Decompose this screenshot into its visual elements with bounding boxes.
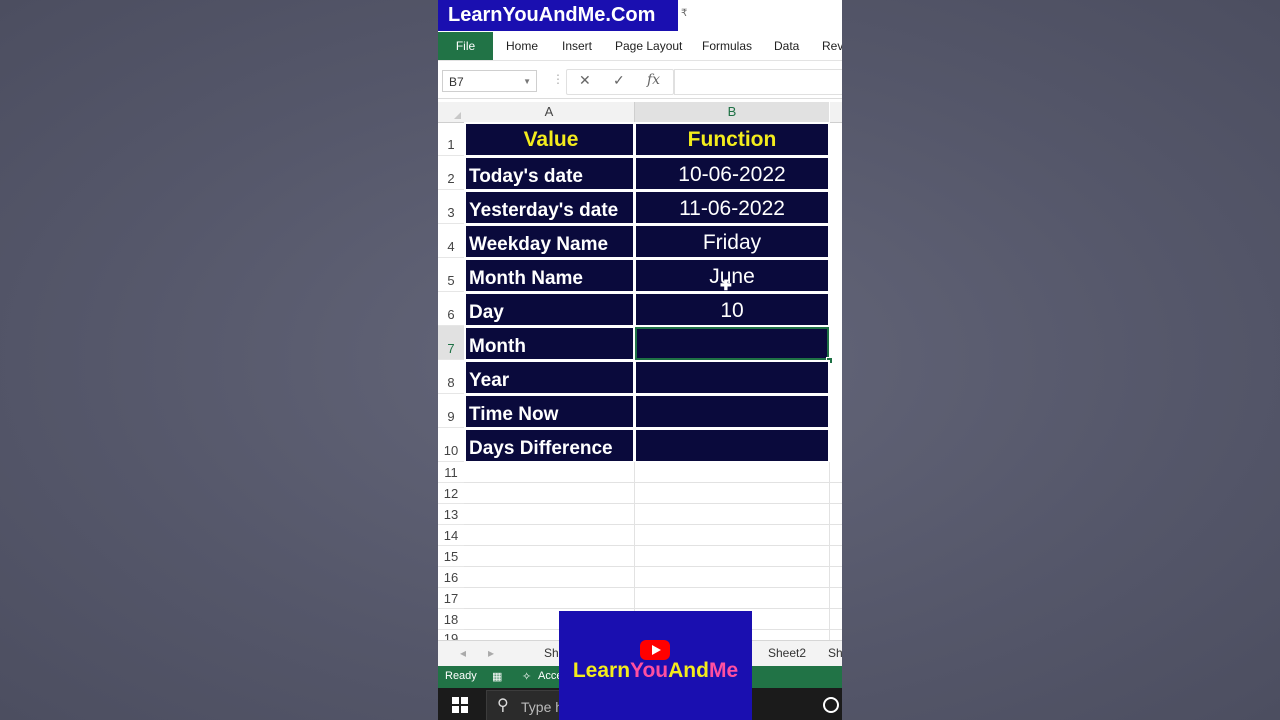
cancel-icon[interactable]: ✕ (579, 72, 591, 89)
channel-name-part: Me (708, 659, 739, 682)
tab-home[interactable]: Home (506, 32, 538, 60)
name-box-value: B7 (449, 75, 464, 89)
cell-b10[interactable] (634, 428, 830, 463)
row-header[interactable]: 15 (438, 546, 464, 567)
enter-icon[interactable]: ✓ (613, 72, 625, 89)
formula-bar: B7 ▼ ⋮ ✕ ✓ fx (438, 66, 842, 99)
ribbon-tabs: File Home Insert Page Layout Formulas Da… (438, 32, 842, 61)
status-ready: Ready (445, 670, 477, 682)
tab-formulas[interactable]: Formulas (702, 32, 752, 60)
channel-name-part: You (630, 659, 669, 682)
row-header[interactable]: 5 (438, 258, 464, 292)
row-header[interactable]: 17 (438, 588, 464, 609)
row-header[interactable]: 4 (438, 224, 464, 258)
cortana-icon[interactable] (823, 697, 839, 713)
separator-icon: ⋮ (552, 72, 564, 86)
column-header-a[interactable]: A (464, 102, 635, 123)
cell-a8[interactable]: Year (464, 360, 635, 395)
cell-a10[interactable]: Days Difference (464, 428, 635, 463)
cell-b6[interactable]: 10 (634, 292, 830, 327)
channel-name: LearnYouAndMe (559, 659, 752, 683)
row-header[interactable]: 2 (438, 156, 464, 190)
cell-a6[interactable]: Day (464, 292, 635, 327)
scroll-left-icon[interactable]: ◂ (460, 646, 466, 660)
row-header[interactable]: 6 (438, 292, 464, 326)
cell-cursor-icon: ✚ (720, 277, 732, 293)
cell-a9[interactable]: Time Now (464, 394, 635, 429)
cell-b2[interactable]: 10-06-2022 (634, 156, 830, 191)
column-gridline (829, 462, 830, 642)
cell-b5[interactable]: June (634, 258, 830, 293)
cell-b3[interactable]: 11-06-2022 (634, 190, 830, 225)
row-header[interactable]: 18 (438, 609, 464, 630)
channel-name-part: Learn (572, 659, 631, 682)
row-header[interactable]: 3 (438, 190, 464, 224)
accessibility-icon[interactable]: ✧ (522, 670, 531, 683)
row-header[interactable]: 13 (438, 504, 464, 525)
chevron-down-icon[interactable]: ▼ (523, 71, 531, 93)
sheet-tab-sheet2[interactable]: Sheet2 (768, 646, 806, 660)
quick-access-arrow[interactable]: ₹ (681, 8, 687, 19)
select-all-button[interactable] (438, 102, 465, 123)
cell-a4[interactable]: Weekday Name (464, 224, 635, 259)
cell-b9[interactable] (634, 394, 830, 429)
title-bar: LearnYouAndMe.Com ₹ (438, 0, 842, 32)
row-header[interactable]: 14 (438, 525, 464, 546)
brand-watermark: LearnYouAndMe.Com (438, 0, 678, 31)
cell-a2[interactable]: Today's date (464, 156, 635, 191)
formula-input[interactable] (674, 69, 842, 95)
row-header[interactable]: 9 (438, 394, 464, 428)
tab-data[interactable]: Data (774, 32, 799, 60)
tab-page-layout[interactable]: Page Layout (615, 32, 682, 60)
row-header[interactable]: 8 (438, 360, 464, 394)
sheet-tab[interactable]: Sh (544, 646, 559, 660)
cell-b7-selected[interactable] (634, 326, 830, 361)
column-header-b[interactable]: B (635, 102, 829, 124)
cell-b1[interactable]: Function (634, 122, 830, 157)
tab-file[interactable]: File (438, 32, 493, 60)
name-box[interactable]: B7 ▼ (442, 70, 537, 92)
row-header[interactable]: 1 (438, 122, 464, 156)
search-placeholder: Type h (521, 699, 564, 715)
worksheet-grid: A B 1 2 3 4 5 6 7 8 9 10 11 12 13 14 15 … (438, 102, 842, 642)
cell-b4[interactable]: Friday (634, 224, 830, 259)
cell-a3[interactable]: Yesterday's date (464, 190, 635, 225)
formula-buttons: ✕ ✓ fx (566, 69, 674, 95)
scroll-right-icon[interactable]: ▸ (488, 646, 494, 660)
insert-function-icon[interactable]: fx (647, 72, 660, 88)
windows-start-icon[interactable] (452, 697, 468, 713)
row-header[interactable]: 10 (438, 428, 464, 462)
tab-review[interactable]: Revi (822, 32, 842, 60)
row-header[interactable]: 11 (438, 462, 464, 483)
row-header-selected[interactable]: 7 (438, 326, 464, 360)
search-icon: ⚲ (497, 697, 509, 714)
channel-name-part: And (668, 659, 709, 682)
cell-b8[interactable] (634, 360, 830, 395)
youtube-play-icon (640, 640, 670, 660)
sheet-tab[interactable]: Sh (828, 646, 842, 660)
tab-insert[interactable]: Insert (562, 32, 592, 60)
cell-a5[interactable]: Month Name (464, 258, 635, 293)
row-header[interactable]: 12 (438, 483, 464, 504)
column-header-c[interactable] (830, 102, 842, 123)
cell-a1[interactable]: Value (464, 122, 635, 157)
channel-logo-overlay: LearnYouAndMe (559, 611, 752, 720)
cell-a7[interactable]: Month (464, 326, 635, 361)
macro-record-icon[interactable]: ▦ (492, 670, 502, 683)
row-header[interactable]: 16 (438, 567, 464, 588)
